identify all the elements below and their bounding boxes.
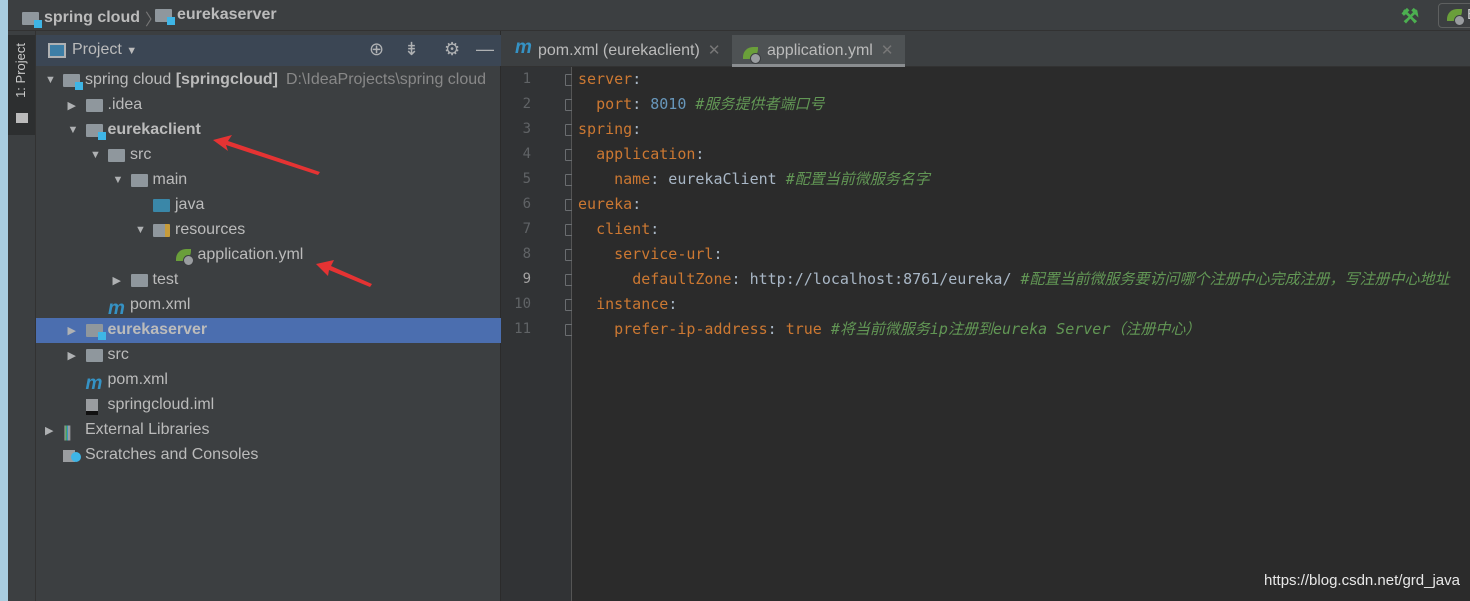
- annotation-arrows: [213, 135, 372, 287]
- red-arrow-application-yml: [316, 260, 372, 287]
- red-arrow-eurekaclient: [213, 135, 320, 175]
